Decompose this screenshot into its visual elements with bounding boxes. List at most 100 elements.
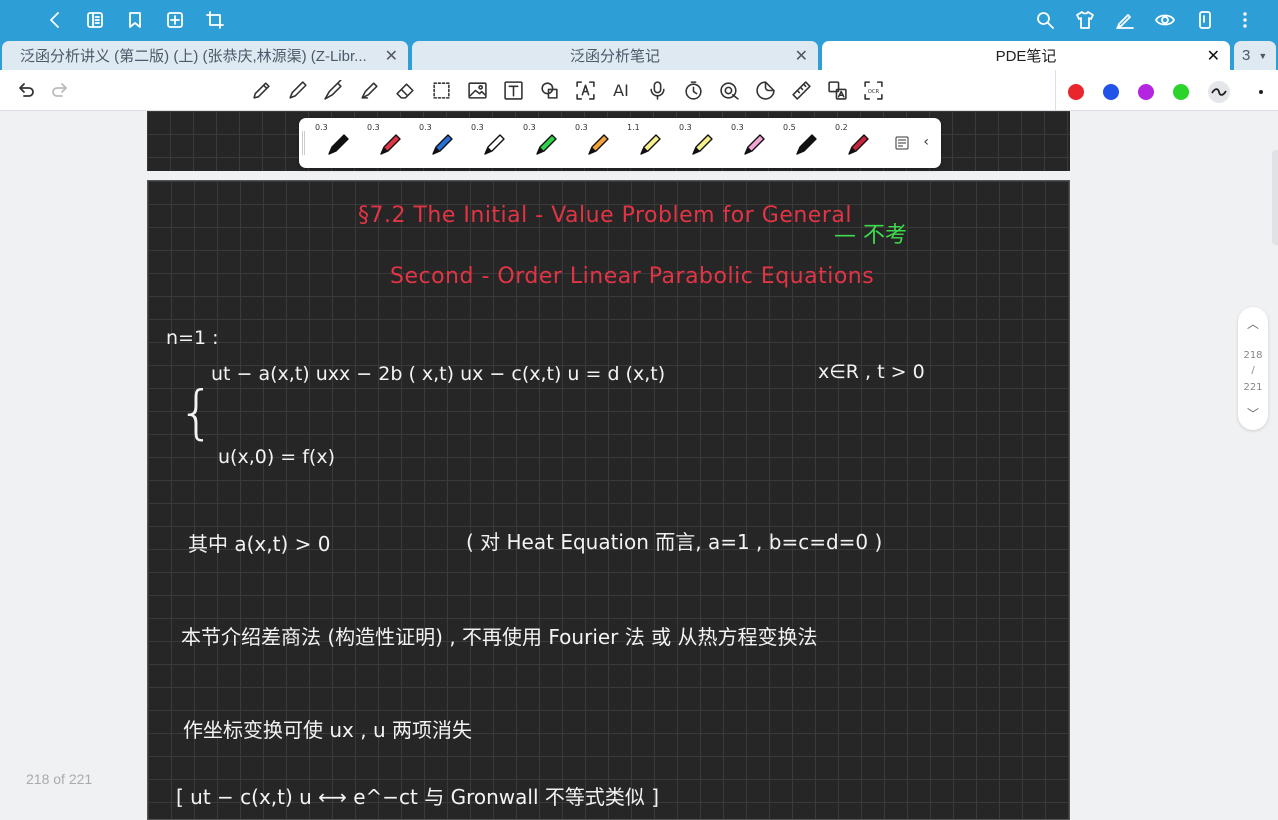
close-icon[interactable]: ✕	[1207, 46, 1220, 66]
pen-icon	[484, 134, 505, 155]
device-icon[interactable]	[1194, 9, 1216, 31]
gronwall-note: [ ut − c(x,t) u ⟷ e^−ct 与 Gronwall 不等式类似…	[176, 785, 660, 809]
pen-preset-0[interactable]: 0.3	[311, 118, 363, 168]
current-page[interactable]: §7.2 The Initial - Value Problem for Gen…	[147, 180, 1070, 820]
redo-icon[interactable]	[50, 80, 70, 104]
bookmark-icon[interactable]	[124, 9, 146, 31]
domain-condition: x∈R , t > 0	[818, 361, 925, 383]
eye-icon[interactable]	[1154, 9, 1176, 31]
pen-icon	[796, 134, 817, 155]
shape-icon[interactable]	[538, 79, 560, 101]
undo-icon[interactable]	[16, 80, 36, 104]
collapse-chevron-icon[interactable]: ‹	[923, 134, 929, 150]
timer-icon[interactable]	[682, 79, 704, 101]
eraser-icon[interactable]	[394, 79, 416, 101]
color-green-swatch[interactable]	[1173, 84, 1189, 100]
heat-equation-remark: ( 对 Heat Equation 而言, a=1 , b=c=d=0 )	[466, 530, 883, 554]
pen-preset-10[interactable]: 0.2	[831, 118, 883, 168]
notebook-canvas: §7.2 The Initial - Value Problem for Gen…	[0, 111, 1278, 820]
page-indicator: 218 of 221	[26, 771, 93, 787]
ai-icon[interactable]: AI	[610, 79, 632, 101]
coordinate-transform-note: 作坐标变换可使 ux , u 两项消失	[183, 718, 472, 742]
handwriting-icon[interactable]	[1114, 9, 1136, 31]
pen-preset-bar: 0.3 0.3 0.3 0.3 0.3 0.3 1.1 0.3 0.3 0.5 0.2 ‹	[299, 118, 941, 168]
pen-preset-8[interactable]: 0.3	[727, 118, 779, 168]
tab-count[interactable]: 3 ▼	[1234, 41, 1276, 70]
crop-icon[interactable]	[204, 9, 226, 31]
sticker-icon[interactable]	[754, 79, 776, 101]
laser-pointer-icon[interactable]	[718, 79, 740, 101]
dimension-label: n=1 :	[166, 327, 219, 349]
current-page-number: 218	[1243, 350, 1263, 361]
pen-preset-2[interactable]: 0.3	[415, 118, 467, 168]
svg-text:OCR: OCR	[867, 89, 879, 95]
tab-count-number: 3	[1242, 47, 1251, 64]
tab-dropdown-icon: ▼	[1258, 50, 1268, 61]
page-separator: /	[1251, 365, 1255, 376]
pen-preset-list: 0.3 0.3 0.3 0.3 0.3 0.3 1.1 0.3 0.3 0.5 0.2	[311, 118, 883, 168]
search-icon[interactable]	[1034, 9, 1056, 31]
stroke-style-icon[interactable]	[1208, 81, 1230, 103]
drag-handle[interactable]	[302, 131, 305, 155]
history-controls	[16, 80, 70, 104]
pen-preset-4[interactable]: 0.3	[519, 118, 571, 168]
ruler-icon[interactable]	[790, 79, 812, 101]
microphone-icon[interactable]	[646, 79, 668, 101]
toolbar-divider	[1055, 70, 1056, 110]
close-icon[interactable]: ✕	[385, 46, 398, 66]
tab-label: PDE笔记	[995, 48, 1057, 65]
pen-preset-3[interactable]: 0.3	[467, 118, 519, 168]
fountain-pen-icon[interactable]	[322, 79, 344, 101]
pen-icon	[536, 134, 557, 155]
page-navigator: ︿ 218 / 221 ﹀	[1238, 307, 1268, 430]
pen-icon[interactable]	[286, 79, 308, 101]
tab-functional-analysis-book[interactable]: 泛函分析讲义 (第二版) (上) (张恭庆,林源渠) (Z-Libr... ✕	[2, 41, 408, 70]
tab-functional-analysis-notes[interactable]: 泛函分析笔记 ✕	[412, 41, 818, 70]
exam-excluded-tag: — 不考	[834, 223, 907, 248]
pen-preset-6[interactable]: 1.1	[623, 118, 675, 168]
pen-icon	[380, 134, 401, 155]
side-panel-handle[interactable]	[1272, 150, 1278, 245]
pen-preset-5[interactable]: 0.3	[571, 118, 623, 168]
pen-icon	[328, 134, 349, 155]
tab-pde-notes[interactable]: PDE笔记 ✕	[822, 41, 1230, 70]
pen-settings-icon[interactable]	[895, 135, 909, 154]
color-blue-swatch[interactable]	[1103, 84, 1119, 100]
add-page-icon[interactable]	[164, 9, 186, 31]
ellipticity-condition: 其中 a(x,t) > 0	[188, 532, 331, 556]
tool-list: AI OCR	[250, 79, 884, 101]
book-outline-icon[interactable]	[84, 9, 106, 31]
section-title-line1: §7.2 The Initial - Value Problem for Gen…	[358, 203, 852, 228]
top-left-actions	[44, 9, 226, 31]
tab-label: 泛函分析讲义 (第二版) (上) (张恭庆,林源渠) (Z-Libr...	[20, 48, 367, 65]
pen-preset-9[interactable]: 0.5	[779, 118, 831, 168]
pen-preset-7[interactable]: 0.3	[675, 118, 727, 168]
ocr-icon[interactable]: OCR	[862, 79, 884, 101]
image-icon[interactable]	[466, 79, 488, 101]
pen-icon	[588, 134, 609, 155]
pen-preset-1[interactable]: 0.3	[363, 118, 415, 168]
back-icon[interactable]	[44, 9, 66, 31]
chevron-down-icon[interactable]: ﹀	[1238, 405, 1268, 422]
translate-icon[interactable]	[826, 79, 848, 101]
highlighter-icon[interactable]	[358, 79, 380, 101]
color-palette	[1068, 81, 1263, 103]
shirt-theme-icon[interactable]	[1074, 9, 1096, 31]
stroke-size-dot[interactable]	[1259, 90, 1263, 94]
total-page-number: 221	[1243, 382, 1263, 393]
more-vertical-icon[interactable]	[1234, 9, 1256, 31]
text-box-icon[interactable]	[502, 79, 524, 101]
pen-icon	[432, 134, 453, 155]
system-brace: {	[178, 378, 215, 446]
color-purple-swatch[interactable]	[1138, 84, 1154, 100]
pen-icon	[744, 134, 765, 155]
chevron-up-icon[interactable]: ︿	[1238, 315, 1268, 332]
lasso-select-icon[interactable]	[430, 79, 452, 101]
drawing-toolbar: AI OCR	[0, 70, 1278, 111]
pencil-icon[interactable]	[250, 79, 272, 101]
close-icon[interactable]: ✕	[795, 46, 808, 66]
color-red-swatch[interactable]	[1068, 84, 1084, 100]
pen-icon	[640, 134, 661, 155]
text-recognition-icon[interactable]	[574, 79, 596, 101]
pen-icon	[692, 134, 713, 155]
